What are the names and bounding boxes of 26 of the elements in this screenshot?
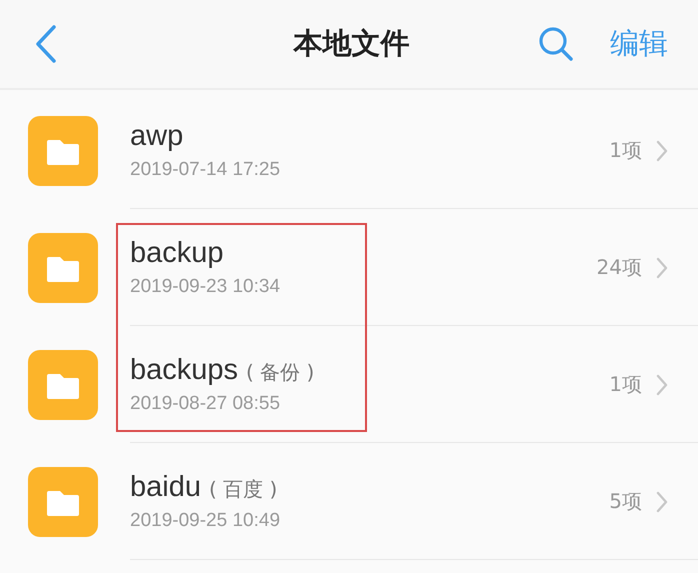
folder-alias: ( 百度 ): [208, 476, 278, 503]
edit-button[interactable]: 编辑: [610, 24, 668, 64]
search-icon[interactable]: [538, 26, 574, 62]
item-count: 1项: [609, 371, 642, 398]
folder-name: backups: [130, 354, 238, 387]
folder-icon: [28, 350, 98, 420]
folder-alias: ( 备份 ): [246, 359, 314, 386]
folder-icon: [28, 116, 98, 186]
item-count: 5项: [609, 488, 642, 515]
item-count: 24项: [596, 254, 642, 281]
folder-icon: [28, 232, 98, 302]
folder-name: awp: [130, 120, 184, 153]
modified-date: 2019-09-25 10:49: [130, 510, 282, 532]
back-icon[interactable]: [35, 25, 57, 63]
folder-name: backup: [130, 237, 224, 270]
chevron-icon: [656, 140, 668, 162]
modified-date: 2019-09-23 10:34: [130, 276, 282, 298]
page-title: 本地文件: [294, 25, 410, 62]
modified-date: 2019-08-27 08:55: [130, 393, 282, 415]
item-count: 1项: [609, 137, 642, 164]
modified-date: 2019-07-14 17:25: [130, 159, 282, 181]
chevron-icon: [656, 374, 668, 396]
chevron-icon: [656, 490, 668, 512]
folder-icon: [28, 466, 98, 536]
chevron-icon: [656, 256, 668, 278]
folder-name: baidu: [130, 471, 201, 504]
